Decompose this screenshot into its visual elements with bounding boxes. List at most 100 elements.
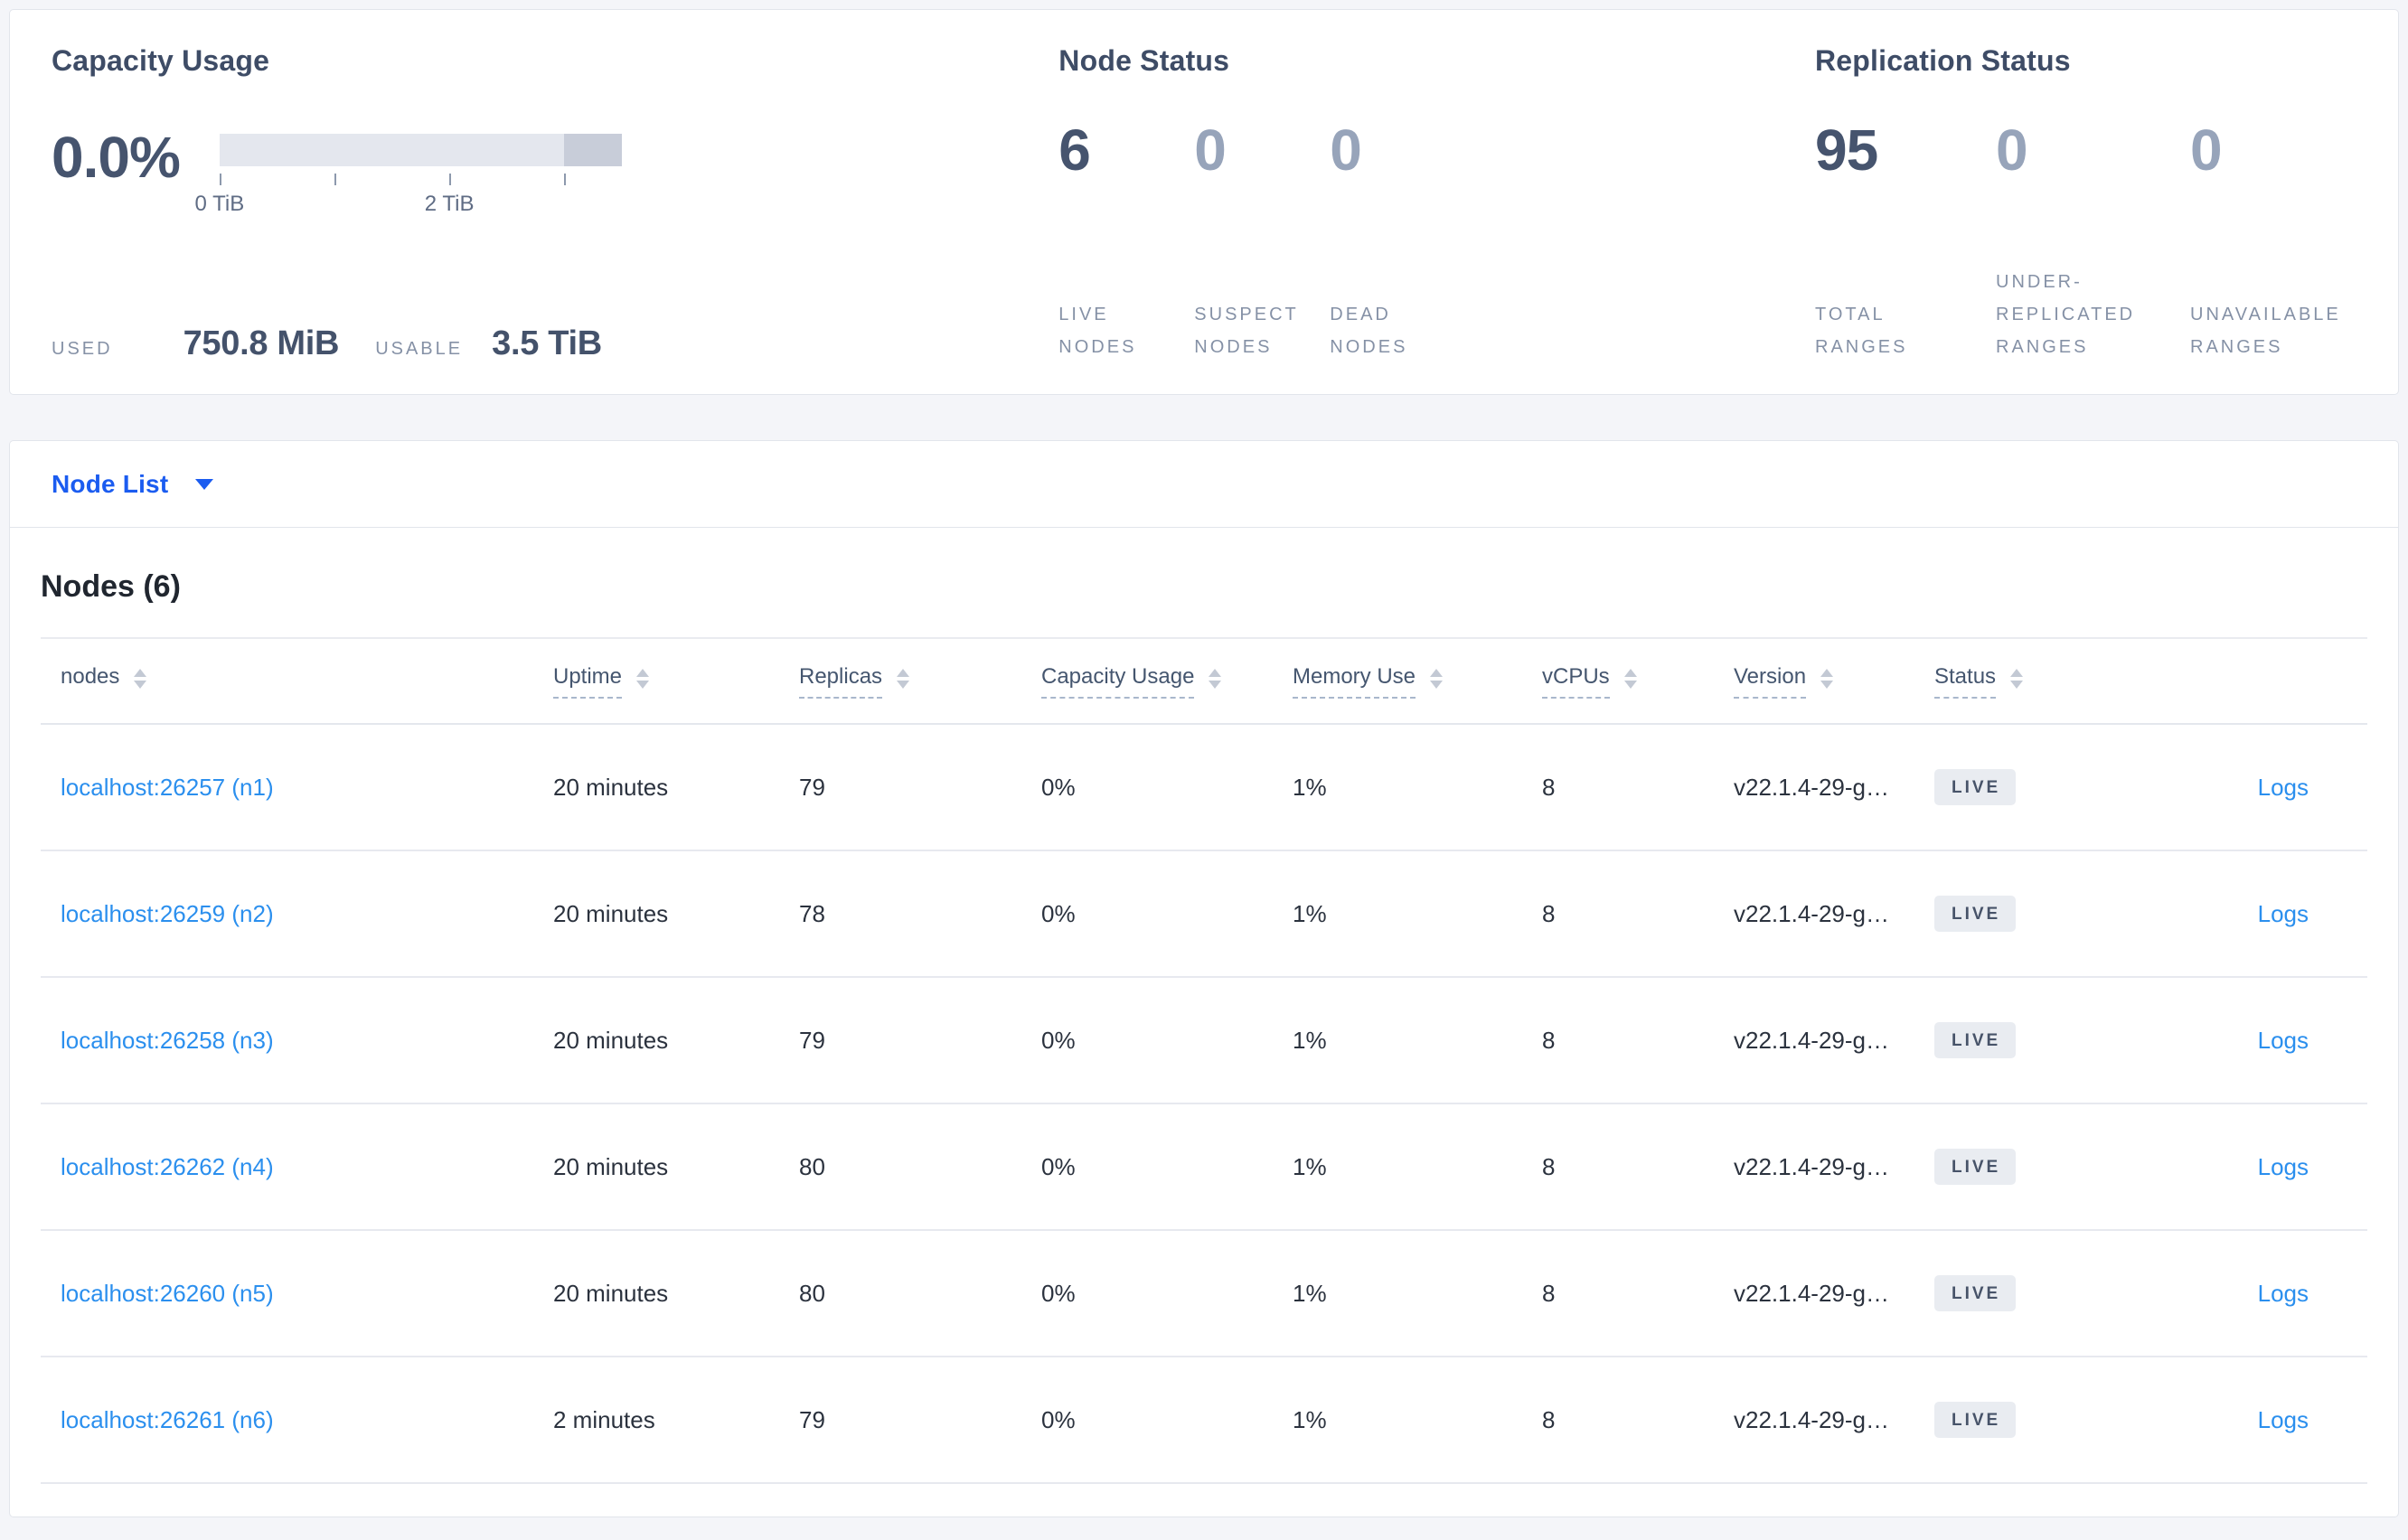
logs-link[interactable]: Logs (2258, 1027, 2309, 1054)
replicas-cell: 78 (799, 899, 825, 927)
dead-nodes-value: 0 (1330, 117, 1362, 183)
table-row: localhost:26259 (n2) 20 minutes 78 0% 1%… (41, 851, 2367, 978)
column-header-replicas[interactable]: Replicas (779, 664, 1021, 699)
table-row: localhost:26260 (n5) 20 minutes 80 0% 1%… (41, 1231, 2367, 1357)
uptime-cell: 2 minutes (553, 1405, 655, 1433)
capacity-bar: 0 TiB 2 TiB (195, 134, 622, 219)
cluster-overview-page: Capacity Usage 0.0% 0 TiB 2 TiB USED 750… (0, 0, 2408, 1526)
used-value: 750.8 MiB (183, 324, 340, 362)
vcpus-cell: 8 (1542, 899, 1556, 927)
node-link[interactable]: localhost:26260 (n5) (61, 1280, 274, 1307)
total-ranges-stat: 95 TOTAL RANGES (1815, 121, 1955, 363)
table-row: localhost:26262 (n4) 20 minutes 80 0% 1%… (41, 1104, 2367, 1231)
logs-link[interactable]: Logs (2258, 1153, 2309, 1180)
node-list-dropdown-label: Node List (52, 469, 169, 498)
capacity-used-row: USED 750.8 MiB USABLE 3.5 TiB (52, 324, 1058, 363)
node-link[interactable]: localhost:26262 (n4) (61, 1153, 274, 1180)
version-cell: v22.1.4-29-g… (1734, 1279, 1889, 1307)
under-replicated-ranges-label: UNDER- REPLICATED RANGES (1996, 272, 2136, 357)
node-link[interactable]: localhost:26258 (n3) (61, 1027, 274, 1054)
column-header-status[interactable]: Status (1914, 664, 2121, 699)
logs-link[interactable]: Logs (2258, 1280, 2309, 1307)
total-ranges-label: TOTAL RANGES (1815, 305, 1908, 357)
table-row: localhost:26261 (n6) 2 minutes 79 0% 1% … (41, 1357, 2367, 1484)
column-header-version[interactable]: Version (1714, 664, 1914, 699)
version-cell: v22.1.4-29-g… (1734, 899, 1889, 927)
capacity-usage-cell: 0% (1041, 1026, 1076, 1054)
sort-icon[interactable] (2010, 668, 2024, 689)
memory-use-cell: 1% (1293, 1026, 1327, 1054)
sort-icon[interactable] (1623, 668, 1637, 689)
replicas-cell: 80 (799, 1152, 825, 1180)
column-header-memory-use[interactable]: Memory Use (1273, 664, 1522, 699)
capacity-usage-cell: 0% (1041, 773, 1076, 801)
version-cell: v22.1.4-29-g… (1734, 773, 1889, 801)
table-row: localhost:26257 (n1) 20 minutes 79 0% 1%… (41, 725, 2367, 851)
nodes-table-card: Nodes (6) nodes Uptime Replicas Capacity… (9, 527, 2399, 1517)
sort-icon[interactable] (1430, 668, 1444, 689)
capacity-bar-ticks (219, 174, 622, 186)
uptime-cell: 20 minutes (553, 1152, 669, 1180)
tick-mark (334, 174, 336, 185)
capacity-usage-cell: 0% (1041, 1279, 1076, 1307)
sort-icon[interactable] (1820, 668, 1834, 689)
tick-mark (219, 174, 221, 185)
column-header-uptime[interactable]: Uptime (533, 664, 779, 699)
tick-mark (564, 174, 567, 185)
capacity-gauge: 0.0% 0 TiB 2 TiB (52, 128, 1058, 219)
memory-use-cell: 1% (1293, 1405, 1327, 1433)
live-nodes-stat: 6 LIVE NODES (1058, 121, 1156, 363)
chevron-down-icon (195, 478, 214, 490)
unavailable-ranges-stat: 0 UNAVAILABLE RANGES (2190, 121, 2398, 363)
vcpus-cell: 8 (1542, 773, 1556, 801)
column-header-capacity-usage[interactable]: Capacity Usage (1021, 664, 1273, 699)
replication-status-title: Replication Status (1815, 44, 2071, 77)
uptime-cell: 20 minutes (553, 1279, 669, 1307)
node-status-panel: Node Status 6 LIVE NODES 0 SUSPECT NODES (1058, 44, 1815, 363)
status-badge: LIVE (1934, 1149, 2017, 1185)
dead-nodes-label: DEAD NODES (1330, 305, 1408, 357)
capacity-usage-panel: Capacity Usage 0.0% 0 TiB 2 TiB USED 750… (52, 44, 1058, 363)
uptime-cell: 20 minutes (553, 773, 669, 801)
replication-stats: 95 TOTAL RANGES 0 UNDER- REPLICATED RANG… (1815, 121, 2398, 363)
status-badge: LIVE (1934, 896, 2017, 932)
table-header-row: nodes Uptime Replicas Capacity Usage Mem… (41, 637, 2367, 725)
sort-icon[interactable] (636, 668, 650, 689)
used-label: USED (52, 339, 113, 359)
suspect-nodes-label: SUSPECT NODES (1194, 305, 1299, 357)
node-list-dropdown[interactable]: Node List (52, 469, 214, 499)
sort-icon[interactable] (1209, 668, 1222, 689)
capacity-usage-title: Capacity Usage (52, 44, 270, 77)
suspect-nodes-stat: 0 SUSPECT NODES (1194, 121, 1299, 363)
capacity-percent-value: 0.0% (52, 125, 181, 190)
tick-label: 0 TiB (194, 192, 245, 216)
tick-label: 2 TiB (424, 192, 475, 216)
column-header-vcpus[interactable]: vCPUs (1522, 664, 1714, 699)
node-link[interactable]: localhost:26257 (n1) (61, 774, 274, 801)
replicas-cell: 79 (799, 1405, 825, 1433)
vcpus-cell: 8 (1542, 1152, 1556, 1180)
column-header-nodes[interactable]: nodes (41, 664, 533, 699)
node-link[interactable]: localhost:26261 (n6) (61, 1406, 274, 1433)
dead-nodes-stat: 0 DEAD NODES (1330, 121, 1427, 363)
memory-use-cell: 1% (1293, 773, 1327, 801)
node-status-stats: 6 LIVE NODES 0 SUSPECT NODES 0 DEAD NODE… (1058, 121, 1815, 363)
memory-use-cell: 1% (1293, 899, 1327, 927)
uptime-cell: 20 minutes (553, 1026, 669, 1054)
version-cell: v22.1.4-29-g… (1734, 1152, 1889, 1180)
node-link[interactable]: localhost:26259 (n2) (61, 900, 274, 927)
nodes-table-title: Nodes (6) (41, 569, 181, 604)
status-badge: LIVE (1934, 769, 2017, 805)
sort-icon[interactable] (134, 668, 147, 689)
capacity-bar-tick-labels: 0 TiB 2 TiB (195, 192, 622, 219)
under-replicated-ranges-stat: 0 UNDER- REPLICATED RANGES (1996, 121, 2154, 363)
logs-link[interactable]: Logs (2258, 900, 2309, 927)
logs-link[interactable]: Logs (2258, 1406, 2309, 1433)
replication-status-panel: Replication Status 95 TOTAL RANGES 0 UND… (1815, 44, 2398, 363)
sort-icon[interactable] (897, 668, 910, 689)
vcpus-cell: 8 (1542, 1405, 1556, 1433)
replicas-cell: 79 (799, 773, 825, 801)
node-status-title: Node Status (1058, 44, 1230, 77)
memory-use-cell: 1% (1293, 1279, 1327, 1307)
logs-link[interactable]: Logs (2258, 774, 2309, 801)
